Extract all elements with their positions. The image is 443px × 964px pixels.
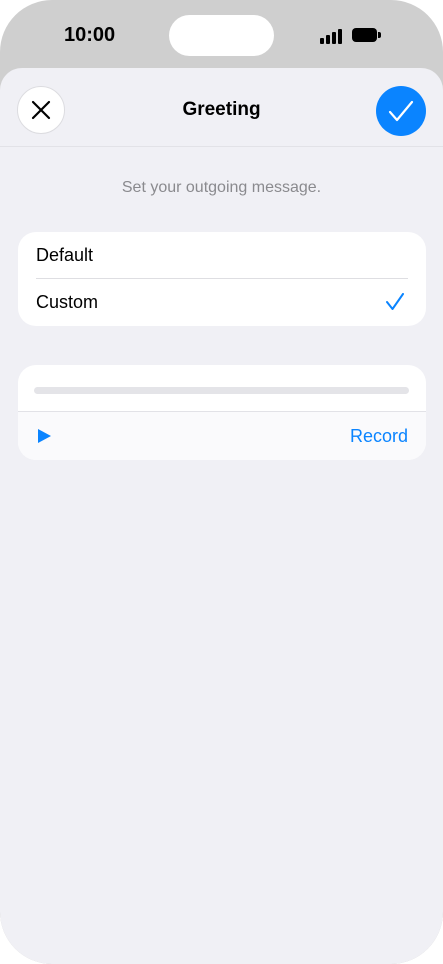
record-button[interactable]: Record [350, 426, 408, 447]
greeting-sheet: Greeting Set your outgoing message. Defa… [0, 68, 443, 964]
checkmark-icon [388, 100, 414, 122]
signal-icon [320, 28, 342, 44]
playback-progress-bar[interactable] [34, 387, 409, 394]
status-time: 10:00 [64, 24, 116, 46]
done-button[interactable] [376, 86, 426, 136]
greeting-instructions: Set your outgoing message. [121, 179, 322, 196]
selected-checkmark-icon [386, 293, 404, 310]
option-custom[interactable]: Custom [18, 279, 426, 326]
play-icon[interactable] [36, 428, 52, 444]
nav-bar: Greeting [0, 68, 443, 147]
dynamic-island [169, 15, 274, 56]
recorder-panel: Record [18, 365, 426, 460]
option-default[interactable]: Default [18, 232, 426, 279]
option-label: Default [36, 245, 94, 265]
recorder-controls: Record [18, 412, 426, 460]
option-label: Custom [36, 292, 99, 312]
status-bar: 10:00 [0, 0, 443, 70]
greeting-options-list: Default Custom [18, 232, 426, 326]
phone-frame: 10:00 Greeting Set your outgoing message… [0, 0, 443, 964]
battery-icon [352, 28, 381, 42]
